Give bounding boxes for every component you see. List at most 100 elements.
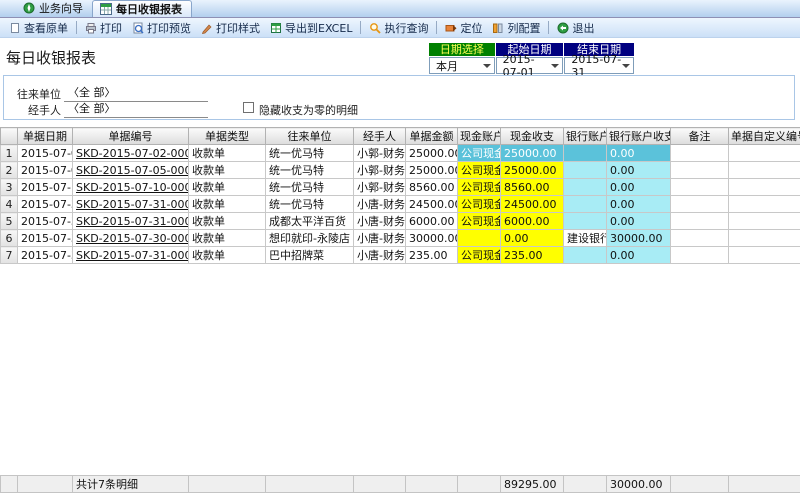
cell-partner[interactable]: 统一优马特 [266, 179, 354, 196]
cell-cash_account[interactable]: 公司现金 [458, 213, 501, 230]
cell-bank_account[interactable] [564, 179, 607, 196]
column-header-bank_account[interactable]: 银行账户 [564, 128, 607, 145]
column-header-handler[interactable]: 经手人 [354, 128, 406, 145]
print-button[interactable]: 打印 [80, 18, 127, 38]
cell-remark[interactable] [671, 179, 729, 196]
cell-remark[interactable] [671, 196, 729, 213]
start-date-select[interactable]: 2015-07-01 [496, 57, 564, 74]
cell-doc_no[interactable]: SKD-2015-07-05-0001 [73, 162, 189, 179]
cell-doc_no[interactable]: SKD-2015-07-02-0001 [73, 145, 189, 162]
cell-bank_flow[interactable]: 0.00 [607, 162, 671, 179]
cell-type[interactable]: 收款单 [189, 230, 266, 247]
cell-bank_flow[interactable]: 0.00 [607, 196, 671, 213]
cell-remark[interactable] [671, 247, 729, 264]
cell-handler[interactable]: 小唐-财务 [354, 213, 406, 230]
cell-cash_flow[interactable]: 25000.00 [501, 162, 564, 179]
column-config-button[interactable]: 列配置 [487, 18, 545, 38]
cell-custom_no[interactable] [729, 213, 800, 230]
cell-custom_no[interactable] [729, 230, 800, 247]
column-header-remark[interactable]: 备注 [671, 128, 729, 145]
cell-bank_account[interactable] [564, 247, 607, 264]
column-header-partner[interactable]: 往来单位 [266, 128, 354, 145]
column-header-doc_no[interactable]: 单据编号 [73, 128, 189, 145]
column-header-bank_flow[interactable]: 银行账户收支 [607, 128, 671, 145]
cell-cash_account[interactable]: 公司现金 [458, 247, 501, 264]
view-original-doc-button[interactable]: 查看原单 [4, 18, 73, 38]
cell-bank_account[interactable]: 建设银行 [564, 230, 607, 247]
cell-cash_account[interactable]: 公司现金 [458, 179, 501, 196]
export-excel-button[interactable]: 导出到EXCEL [265, 18, 357, 38]
cell-bank_flow[interactable]: 0.00 [607, 179, 671, 196]
cell-amount[interactable]: 8560.00 [406, 179, 458, 196]
cell-handler[interactable]: 小唐-财务 [354, 247, 406, 264]
cell-cash_account[interactable]: 公司现金 [458, 162, 501, 179]
cell-handler[interactable]: 小唐-财务 [354, 230, 406, 247]
cell-handler[interactable]: 小郭-财务 [354, 179, 406, 196]
cell-partner[interactable]: 统一优马特 [266, 196, 354, 213]
cell-partner[interactable]: 成都太平洋百货 [266, 213, 354, 230]
cell-num[interactable]: 6 [1, 230, 18, 247]
cell-doc_no[interactable]: SKD-2015-07-10-0001 [73, 179, 189, 196]
column-header-cash_account[interactable]: 现金账户 [458, 128, 501, 145]
column-header-num[interactable] [1, 128, 18, 145]
column-header-date[interactable]: 单据日期 [18, 128, 73, 145]
cell-partner[interactable]: 统一优马特 [266, 145, 354, 162]
cell-remark[interactable] [671, 145, 729, 162]
cell-bank_flow[interactable]: 0.00 [607, 247, 671, 264]
exit-button[interactable]: 退出 [552, 18, 599, 38]
cell-date[interactable]: 2015-07-05 [18, 162, 73, 179]
cell-date[interactable]: 2015-07-31 [18, 196, 73, 213]
cell-remark[interactable] [671, 213, 729, 230]
cell-type[interactable]: 收款单 [189, 162, 266, 179]
cell-partner[interactable]: 统一优马特 [266, 162, 354, 179]
cell-doc_no[interactable]: SKD-2015-07-31-0002 [73, 247, 189, 264]
cell-amount[interactable]: 25000.00 [406, 162, 458, 179]
cell-date[interactable]: 2015-07-30 [18, 230, 73, 247]
hide-zero-checkbox[interactable] [243, 102, 254, 113]
cell-type[interactable]: 收款单 [189, 179, 266, 196]
cell-amount[interactable]: 24500.00 [406, 196, 458, 213]
cell-bank_flow[interactable]: 0.00 [607, 213, 671, 230]
cell-handler[interactable]: 小郭-财务 [354, 162, 406, 179]
column-header-cash_flow[interactable]: 现金收支 [501, 128, 564, 145]
cell-amount[interactable]: 235.00 [406, 247, 458, 264]
end-date-select[interactable]: 2015-07-31 [564, 57, 634, 74]
cell-type[interactable]: 收款单 [189, 196, 266, 213]
cell-doc_no[interactable]: SKD-2015-07-31-0001 [73, 196, 189, 213]
print-style-button[interactable]: 打印样式 [196, 18, 265, 38]
cell-cash_account[interactable]: 公司现金 [458, 196, 501, 213]
cell-date[interactable]: 2015-07-31 [18, 247, 73, 264]
cell-custom_no[interactable] [729, 145, 800, 162]
cell-cash_flow[interactable]: 6000.00 [501, 213, 564, 230]
cell-bank_flow[interactable]: 0.00 [607, 145, 671, 162]
cell-handler[interactable]: 小唐-财务 [354, 196, 406, 213]
cell-num[interactable]: 1 [1, 145, 18, 162]
cell-num[interactable]: 7 [1, 247, 18, 264]
column-header-type[interactable]: 单据类型 [189, 128, 266, 145]
run-query-button[interactable]: 执行查询 [364, 18, 433, 38]
column-header-amount[interactable]: 单据金额 [406, 128, 458, 145]
cell-custom_no[interactable] [729, 247, 800, 264]
cell-amount[interactable]: 6000.00 [406, 213, 458, 230]
locate-button[interactable]: 定位 [440, 18, 487, 38]
cell-bank_account[interactable] [564, 213, 607, 230]
cell-cash_flow[interactable]: 24500.00 [501, 196, 564, 213]
cell-cash_flow[interactable]: 25000.00 [501, 145, 564, 162]
cell-date[interactable]: 2015-07-02 [18, 145, 73, 162]
cell-bank_account[interactable] [564, 196, 607, 213]
cell-type[interactable]: 收款单 [189, 247, 266, 264]
cell-num[interactable]: 4 [1, 196, 18, 213]
print-preview-button[interactable]: 打印预览 [127, 18, 196, 38]
cell-date[interactable]: 2015-07-10 [18, 179, 73, 196]
cell-cash_account[interactable]: 公司现金 [458, 145, 501, 162]
cell-remark[interactable] [671, 162, 729, 179]
cell-remark[interactable] [671, 230, 729, 247]
cell-num[interactable]: 2 [1, 162, 18, 179]
column-header-custom_no[interactable]: 单据自定义编号 [729, 128, 800, 145]
cell-date[interactable]: 2015-07-31 [18, 213, 73, 230]
cell-num[interactable]: 5 [1, 213, 18, 230]
cell-type[interactable]: 收款单 [189, 145, 266, 162]
cell-custom_no[interactable] [729, 179, 800, 196]
cell-cash_flow[interactable]: 235.00 [501, 247, 564, 264]
cell-cash_flow[interactable]: 8560.00 [501, 179, 564, 196]
